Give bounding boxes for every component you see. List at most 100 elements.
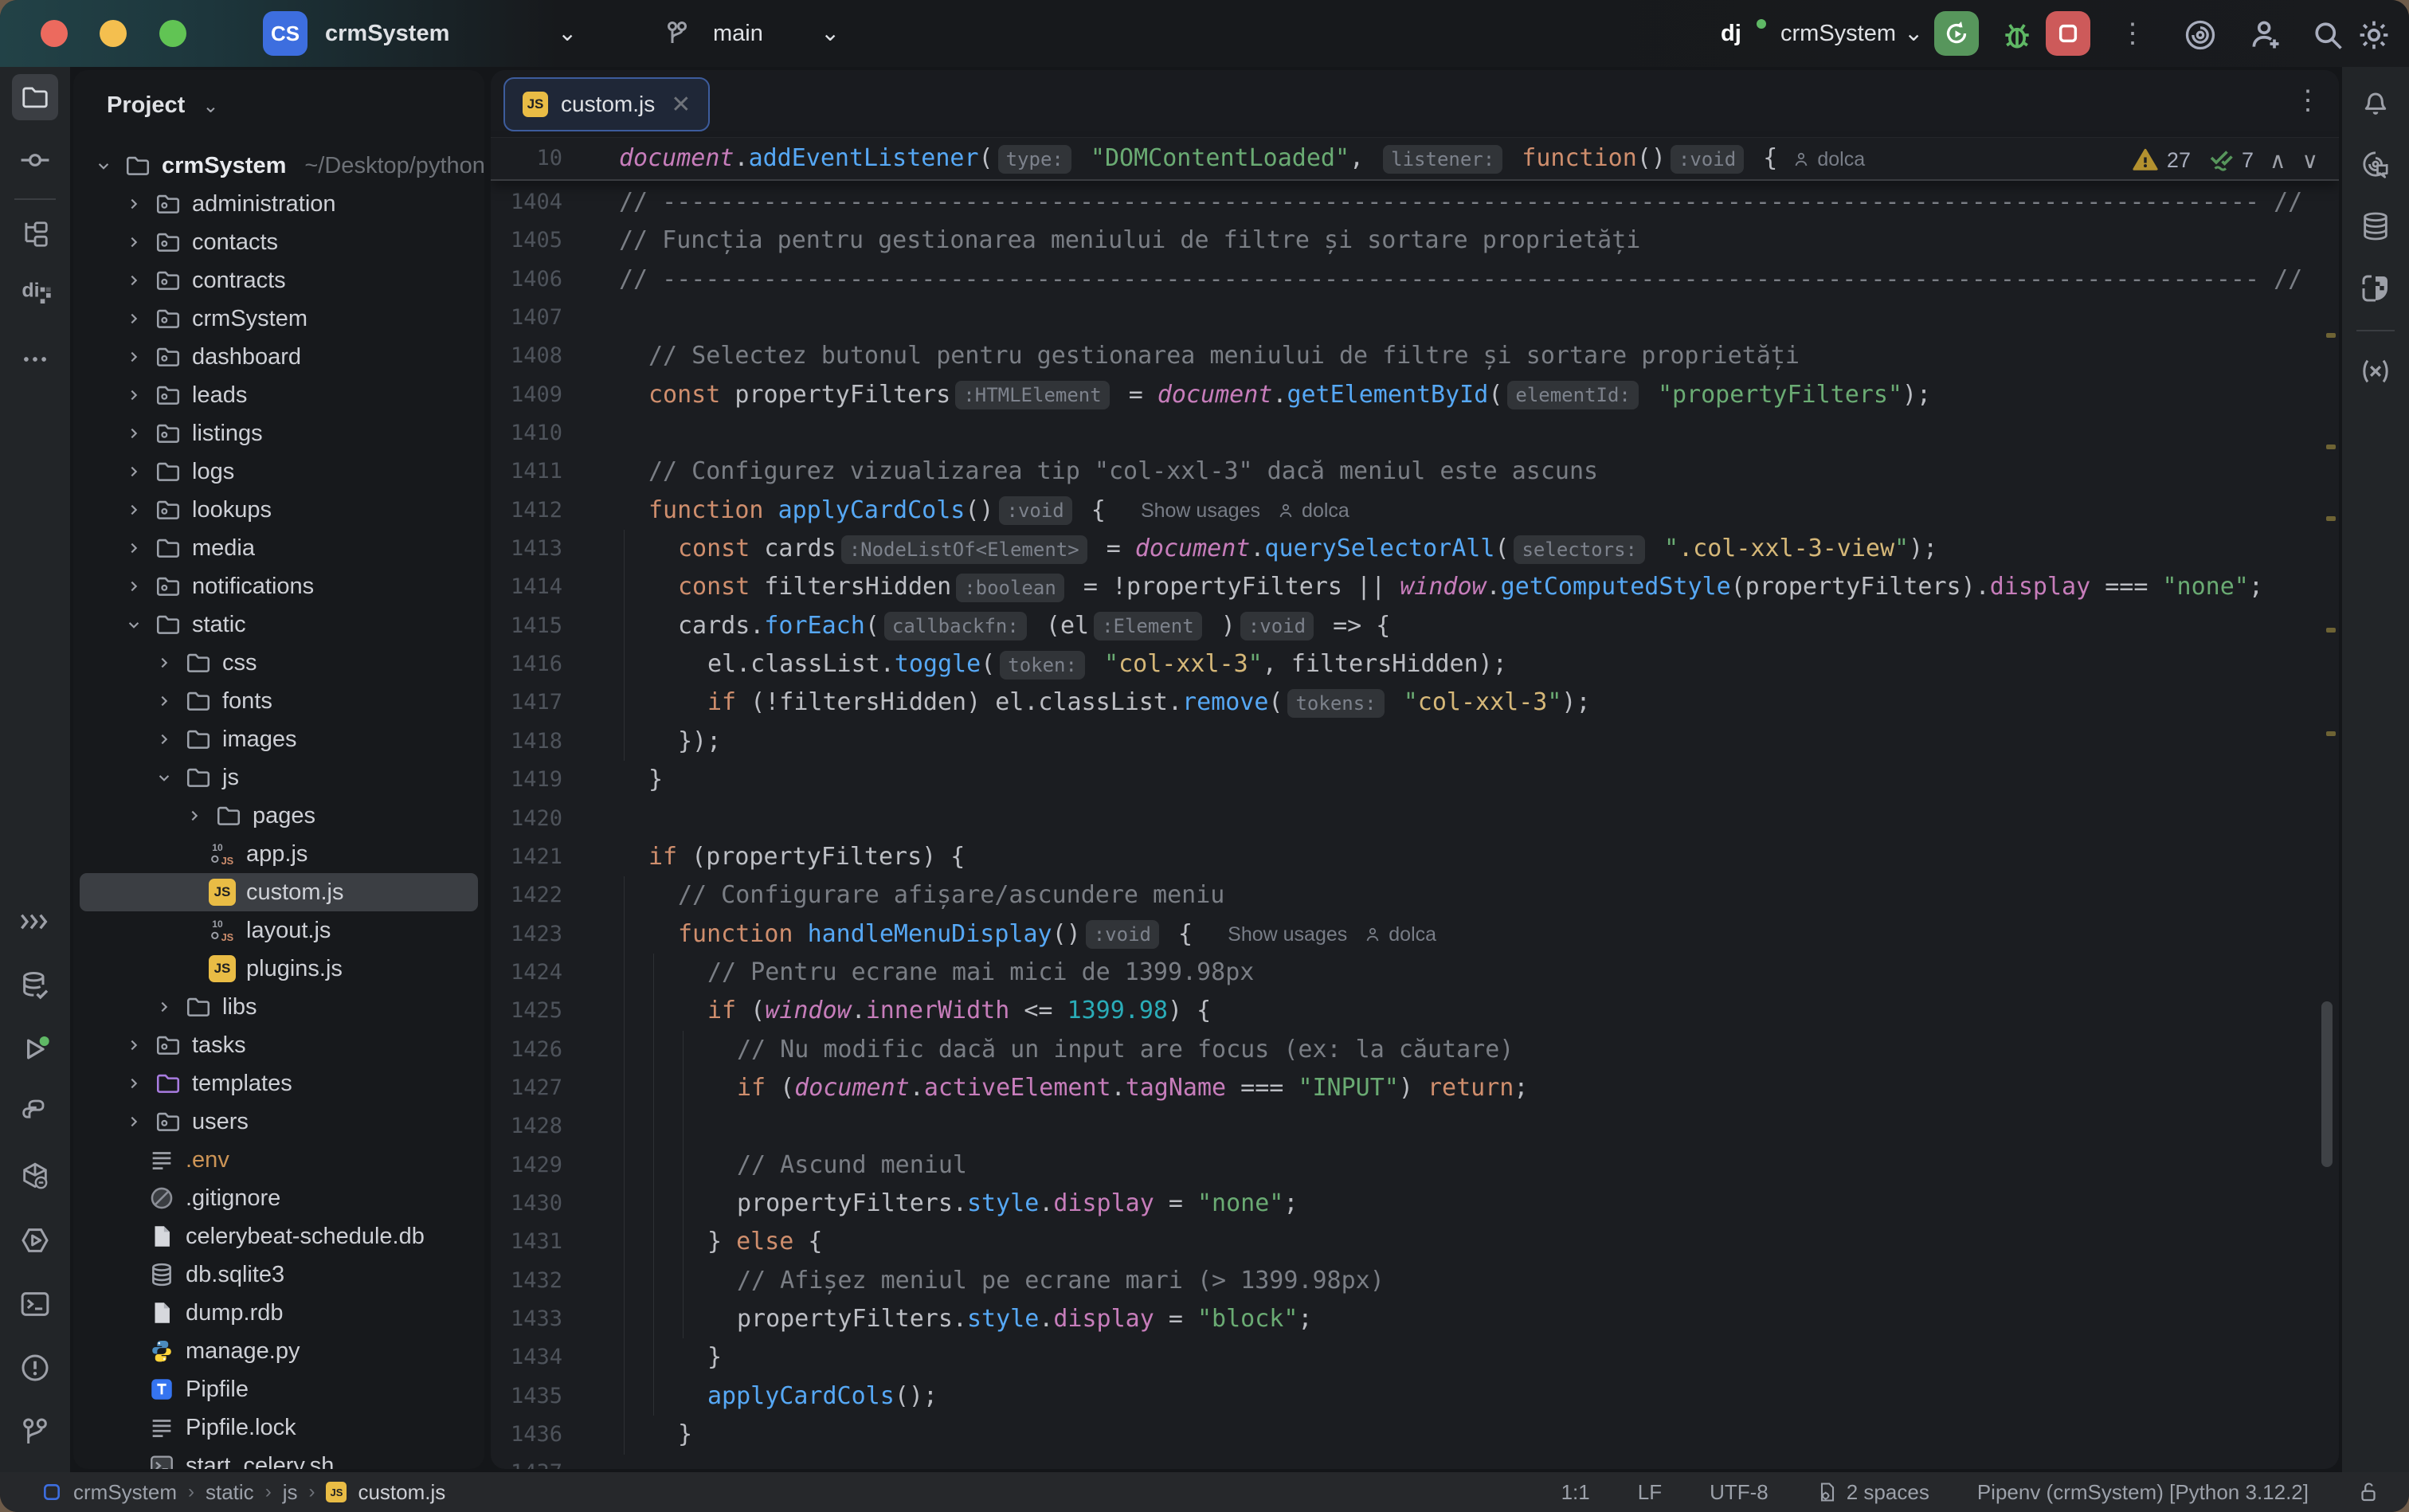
tree-row-manage-py[interactable]: manage.py bbox=[73, 1332, 484, 1370]
line-number[interactable]: 1425 bbox=[491, 992, 562, 1030]
maximize-window-button[interactable] bbox=[159, 20, 186, 47]
tree-row-users[interactable]: users bbox=[73, 1103, 484, 1141]
tree-row-administration[interactable]: administration bbox=[73, 185, 484, 223]
tab-custom-js[interactable]: JS custom.js ✕ bbox=[503, 77, 710, 131]
indent-style[interactable]: 2 spaces bbox=[1816, 1480, 1929, 1505]
variables-tool-button[interactable] bbox=[2358, 354, 2393, 389]
line-number[interactable]: 1423 bbox=[491, 915, 562, 954]
line-number[interactable]: 1412 bbox=[491, 492, 562, 530]
more-actions-kebab-icon[interactable]: ⋮ bbox=[2119, 0, 2146, 67]
expand-chevron-icon[interactable] bbox=[123, 538, 144, 558]
line-number[interactable]: 1416 bbox=[491, 645, 562, 684]
tree-row-notifications[interactable]: notifications bbox=[73, 567, 484, 605]
code-line-1434[interactable]: 1434} bbox=[491, 1338, 2339, 1377]
next-problem-chevron-icon[interactable]: ∨ bbox=[2302, 147, 2319, 174]
expand-chevron-icon[interactable] bbox=[154, 652, 174, 673]
expand-chevron-icon[interactable] bbox=[154, 997, 174, 1017]
tree-row-media[interactable]: media bbox=[73, 529, 484, 567]
code-line-1420[interactable]: 1420 bbox=[491, 800, 2339, 838]
line-number[interactable]: 1426 bbox=[491, 1031, 562, 1069]
problems-tool-button[interactable] bbox=[18, 1350, 53, 1385]
expand-chevron-icon[interactable] bbox=[123, 232, 144, 253]
settings-gear-icon[interactable] bbox=[2356, 18, 2391, 53]
error-stripe-mark[interactable] bbox=[2326, 333, 2336, 338]
line-number[interactable]: 1415 bbox=[491, 607, 562, 645]
tree-row-app-js[interactable]: 10 JSapp.js bbox=[73, 835, 484, 873]
terminal-tool-button[interactable] bbox=[18, 1287, 53, 1322]
editor-scrollbar[interactable] bbox=[2321, 1001, 2333, 1167]
code-line-1415[interactable]: 1415cards.forEach(callbackfn: (el:Elemen… bbox=[491, 607, 2339, 645]
expand-chevron-icon[interactable] bbox=[123, 423, 144, 444]
inspection-widget[interactable]: 27 7 ∧ ∨ bbox=[2132, 142, 2318, 178]
breadcrumb-item[interactable]: custom.js bbox=[358, 1480, 445, 1505]
line-number[interactable]: 1413 bbox=[491, 530, 562, 568]
expand-chevron-icon[interactable] bbox=[123, 576, 144, 597]
code-line-1424[interactable]: 1424// Pentru ecrane mai mici de 1399.98… bbox=[491, 954, 2339, 992]
version-control-tool-button[interactable] bbox=[18, 1414, 53, 1449]
tree-row-pipfile[interactable]: Pipfile bbox=[73, 1370, 484, 1408]
tree-row-fonts[interactable]: fonts bbox=[73, 682, 484, 720]
line-number[interactable]: 1432 bbox=[491, 1262, 562, 1300]
tree-row-crmsystem[interactable]: crmSystem bbox=[73, 300, 484, 338]
tree-row-contracts[interactable]: contracts bbox=[73, 261, 484, 300]
line-separator[interactable]: LF bbox=[1638, 1480, 1662, 1505]
tree-row-crmsystem[interactable]: crmSystem~/Desktop/pythonl bbox=[73, 147, 484, 185]
tree-row-templates[interactable]: templates bbox=[73, 1064, 484, 1103]
run-tool-button[interactable] bbox=[18, 1032, 53, 1067]
expand-chevron-icon[interactable] bbox=[123, 499, 144, 520]
tree-row-listings[interactable]: listings bbox=[73, 414, 484, 452]
code-line-1404[interactable]: 1404// ---------------------------------… bbox=[491, 183, 2339, 221]
expand-chevron-icon[interactable] bbox=[154, 729, 174, 750]
line-number[interactable]: 1428 bbox=[491, 1107, 562, 1146]
project-panel-title[interactable]: Project ⌄ bbox=[107, 84, 219, 126]
code-line-1413[interactable]: 1413const cards:NodeListOf<Element> = do… bbox=[491, 530, 2339, 568]
tree-row-start-celery-sh[interactable]: start_celery.sh bbox=[73, 1447, 484, 1469]
line-number[interactable]: 1430 bbox=[491, 1185, 562, 1223]
unlocked-icon[interactable] bbox=[2356, 1480, 2380, 1504]
code-line-1412[interactable]: 1412function applyCardCols():void { Show… bbox=[491, 492, 2339, 530]
debug-icon[interactable] bbox=[2000, 18, 2035, 53]
code-line-1429[interactable]: 1429// Ascund meniul bbox=[491, 1146, 2339, 1185]
line-number[interactable]: 1409 bbox=[491, 376, 562, 414]
code-line-1428[interactable]: 1428 bbox=[491, 1107, 2339, 1146]
code-with-me-icon[interactable] bbox=[2248, 18, 2283, 53]
code-line-1410[interactable]: 1410 bbox=[491, 414, 2339, 452]
line-number[interactable]: 1418 bbox=[491, 723, 562, 761]
line-number[interactable]: 1419 bbox=[491, 761, 562, 799]
code-line-1435[interactable]: 1435applyCardCols(); bbox=[491, 1377, 2339, 1416]
show-usages-hint[interactable]: Show usages bbox=[1228, 923, 1347, 946]
tree-row-contacts[interactable]: contacts bbox=[73, 223, 484, 261]
line-number[interactable]: 1429 bbox=[491, 1146, 562, 1185]
tree-row-static[interactable]: static bbox=[73, 605, 484, 644]
tree-row-pages[interactable]: pages bbox=[73, 797, 484, 835]
line-number[interactable]: 1408 bbox=[491, 337, 562, 375]
code-line-1409[interactable]: 1409const propertyFilters:HTMLElement = … bbox=[491, 376, 2339, 414]
line-number[interactable]: 1404 bbox=[491, 183, 562, 221]
code-line-1433[interactable]: 1433propertyFilters.style.display = "blo… bbox=[491, 1300, 2339, 1338]
tree-row--env[interactable]: .env bbox=[73, 1141, 484, 1179]
project-tool-button[interactable] bbox=[12, 74, 58, 120]
expand-chevron-icon[interactable] bbox=[184, 805, 205, 826]
code-line-1431[interactable]: 1431} else { bbox=[491, 1223, 2339, 1261]
tree-row-libs[interactable]: libs bbox=[73, 988, 484, 1026]
line-number[interactable]: 1414 bbox=[491, 568, 562, 606]
code-line-1421[interactable]: 1421if (propertyFilters) { bbox=[491, 838, 2339, 876]
code-line-1437[interactable]: 1437 bbox=[491, 1454, 2339, 1469]
ai-assistant-icon[interactable] bbox=[2183, 18, 2218, 53]
line-number[interactable]: 1407 bbox=[491, 299, 562, 337]
tab-close-icon[interactable]: ✕ bbox=[671, 91, 691, 119]
database-tool-button[interactable] bbox=[2358, 209, 2393, 244]
tree-row-layout-js[interactable]: 10 JSlayout.js bbox=[73, 911, 484, 950]
line-number[interactable]: 1436 bbox=[491, 1416, 562, 1454]
expand-chevron-icon[interactable] bbox=[123, 385, 144, 405]
expand-chevron-icon[interactable] bbox=[123, 308, 144, 329]
breadcrumb-item[interactable]: crmSystem bbox=[73, 1480, 177, 1505]
python-packages-tool-button[interactable] bbox=[18, 1095, 53, 1130]
code-line-1422[interactable]: 1422// Configurare afișare/ascundere men… bbox=[491, 876, 2339, 915]
search-everywhere-icon[interactable] bbox=[2310, 18, 2345, 53]
prev-problem-chevron-icon[interactable]: ∧ bbox=[2270, 147, 2286, 174]
code-line-1430[interactable]: 1430propertyFilters.style.display = "non… bbox=[491, 1185, 2339, 1223]
breadcrumb-item[interactable]: static bbox=[206, 1480, 254, 1505]
line-number[interactable]: 1433 bbox=[491, 1300, 562, 1338]
sciview-tool-button[interactable] bbox=[2358, 271, 2393, 306]
